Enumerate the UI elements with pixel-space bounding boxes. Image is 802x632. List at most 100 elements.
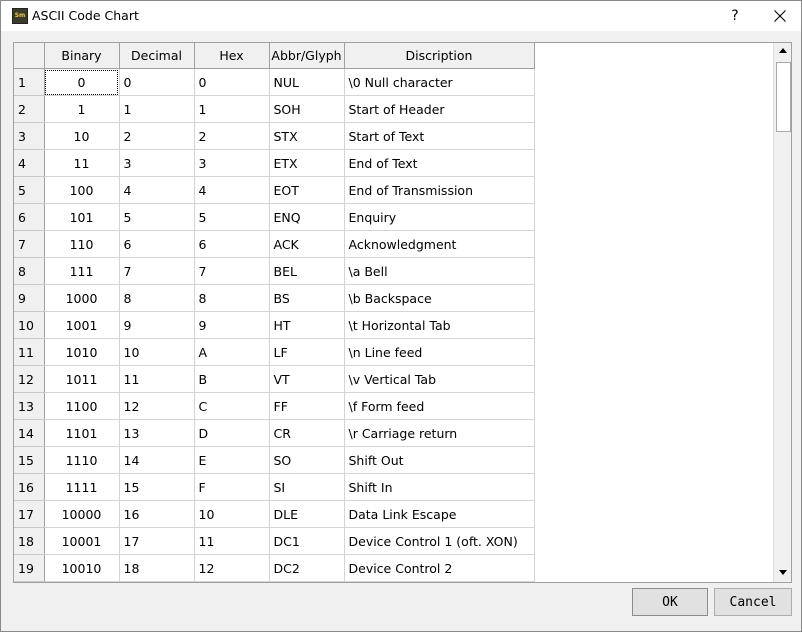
cell-hex[interactable]: 3: [194, 149, 270, 177]
cell-abbr[interactable]: BS: [269, 284, 345, 312]
row-header[interactable]: 1: [14, 68, 45, 96]
cell-abbr[interactable]: HT: [269, 311, 345, 339]
row-header[interactable]: 13: [14, 392, 45, 420]
cell-abbr[interactable]: DC1: [269, 527, 345, 555]
cell-abbr[interactable]: DLE: [269, 500, 345, 528]
cell-hex[interactable]: 6: [194, 230, 270, 258]
cell-decimal[interactable]: 4: [119, 176, 195, 204]
row-header[interactable]: 5: [14, 176, 45, 204]
cell-binary[interactable]: 100: [44, 176, 120, 204]
cell-abbr[interactable]: FF: [269, 392, 345, 420]
row-header[interactable]: 14: [14, 419, 45, 447]
cell-description[interactable]: Shift In: [344, 473, 535, 501]
table-row[interactable]: 11 1010 10 A LF \n Line feed: [14, 338, 535, 366]
scroll-down-button[interactable]: [774, 565, 791, 582]
cell-hex[interactable]: A: [194, 338, 270, 366]
table-row[interactable]: 13 1100 12 C FF \f Form feed: [14, 392, 535, 420]
table-row[interactable]: 10 1001 9 9 HT \t Horizontal Tab: [14, 311, 535, 339]
cell-description[interactable]: End of Text: [344, 149, 535, 177]
cell-hex[interactable]: 9: [194, 311, 270, 339]
cell-hex[interactable]: 12: [194, 554, 270, 582]
ascii-grid[interactable]: Binary Decimal Hex Abbr/Glyph Discriptio…: [14, 43, 773, 582]
table-row[interactable]: 19 10010 18 12 DC2 Device Control 2: [14, 554, 535, 582]
cell-abbr[interactable]: SI: [269, 473, 345, 501]
cell-hex[interactable]: F: [194, 473, 270, 501]
cell-binary[interactable]: 110: [44, 230, 120, 258]
row-header[interactable]: 17: [14, 500, 45, 528]
row-header[interactable]: 8: [14, 257, 45, 285]
cell-abbr[interactable]: EOT: [269, 176, 345, 204]
cell-description[interactable]: Data Link Escape: [344, 500, 535, 528]
row-header[interactable]: 11: [14, 338, 45, 366]
cell-decimal[interactable]: 6: [119, 230, 195, 258]
cell-description[interactable]: Enquiry: [344, 203, 535, 231]
cell-binary[interactable]: 0: [44, 68, 120, 96]
cell-binary[interactable]: 1000: [44, 284, 120, 312]
row-header[interactable]: 16: [14, 473, 45, 501]
cell-binary[interactable]: 101: [44, 203, 120, 231]
scroll-up-button[interactable]: [774, 43, 791, 60]
cell-hex[interactable]: 10: [194, 500, 270, 528]
cell-abbr[interactable]: CR: [269, 419, 345, 447]
cell-abbr[interactable]: ETX: [269, 149, 345, 177]
table-row[interactable]: 3 10 2 2 STX Start of Text: [14, 122, 535, 150]
cell-description[interactable]: Start of Header: [344, 95, 535, 123]
table-row[interactable]: 18 10001 17 11 DC1 Device Control 1 (oft. XON…: [14, 527, 535, 555]
row-header[interactable]: 18: [14, 527, 45, 555]
row-header[interactable]: 6: [14, 203, 45, 231]
cell-binary[interactable]: 11: [44, 149, 120, 177]
table-row[interactable]: 4 11 3 3 ETX End of Text: [14, 149, 535, 177]
cell-description[interactable]: \f Form feed: [344, 392, 535, 420]
cell-decimal[interactable]: 10: [119, 338, 195, 366]
cell-decimal[interactable]: 9: [119, 311, 195, 339]
cell-description[interactable]: \v Vertical Tab: [344, 365, 535, 393]
cancel-button[interactable]: Cancel: [714, 588, 792, 616]
cell-decimal[interactable]: 11: [119, 365, 195, 393]
cell-binary[interactable]: 1010: [44, 338, 120, 366]
cell-abbr[interactable]: SO: [269, 446, 345, 474]
cell-description[interactable]: Acknowledgment: [344, 230, 535, 258]
ok-button[interactable]: OK: [632, 588, 708, 616]
cell-decimal[interactable]: 16: [119, 500, 195, 528]
row-header[interactable]: 7: [14, 230, 45, 258]
cell-decimal[interactable]: 7: [119, 257, 195, 285]
row-header[interactable]: 12: [14, 365, 45, 393]
cell-description[interactable]: \t Horizontal Tab: [344, 311, 535, 339]
cell-binary[interactable]: 111: [44, 257, 120, 285]
cell-decimal[interactable]: 12: [119, 392, 195, 420]
cell-abbr[interactable]: DC2: [269, 554, 345, 582]
cell-decimal[interactable]: 15: [119, 473, 195, 501]
table-row[interactable]: 9 1000 8 8 BS \b Backspace: [14, 284, 535, 312]
cell-description[interactable]: Start of Text: [344, 122, 535, 150]
cell-abbr[interactable]: SOH: [269, 95, 345, 123]
cell-description[interactable]: Device Control 1 (oft. XON): [344, 527, 535, 555]
cell-description[interactable]: Device Control 2: [344, 554, 535, 582]
cell-hex[interactable]: 7: [194, 257, 270, 285]
table-row[interactable]: 1 0 0 0 NUL \0 Null character: [14, 68, 535, 96]
cell-description[interactable]: \b Backspace: [344, 284, 535, 312]
cell-decimal[interactable]: 13: [119, 419, 195, 447]
table-row[interactable]: 15 1110 14 E SO Shift Out: [14, 446, 535, 474]
column-header-decimal[interactable]: Decimal: [119, 43, 195, 69]
row-header[interactable]: 19: [14, 554, 45, 582]
row-header[interactable]: 10: [14, 311, 45, 339]
cell-abbr[interactable]: ACK: [269, 230, 345, 258]
cell-abbr[interactable]: STX: [269, 122, 345, 150]
cell-binary[interactable]: 1011: [44, 365, 120, 393]
cell-hex[interactable]: 11: [194, 527, 270, 555]
corner-header[interactable]: [14, 43, 45, 69]
row-header[interactable]: 15: [14, 446, 45, 474]
cell-hex[interactable]: 4: [194, 176, 270, 204]
row-header[interactable]: 3: [14, 122, 45, 150]
table-row[interactable]: 6 101 5 5 ENQ Enquiry: [14, 203, 535, 231]
column-header-hex[interactable]: Hex: [194, 43, 270, 69]
cell-binary[interactable]: 10010: [44, 554, 120, 582]
cell-description[interactable]: End of Transmission: [344, 176, 535, 204]
table-row[interactable]: 17 10000 16 10 DLE Data Link Escape: [14, 500, 535, 528]
cell-abbr[interactable]: BEL: [269, 257, 345, 285]
cell-decimal[interactable]: 8: [119, 284, 195, 312]
cell-abbr[interactable]: NUL: [269, 68, 345, 96]
cell-binary[interactable]: 1: [44, 95, 120, 123]
cell-decimal[interactable]: 14: [119, 446, 195, 474]
cell-description[interactable]: \a Bell: [344, 257, 535, 285]
